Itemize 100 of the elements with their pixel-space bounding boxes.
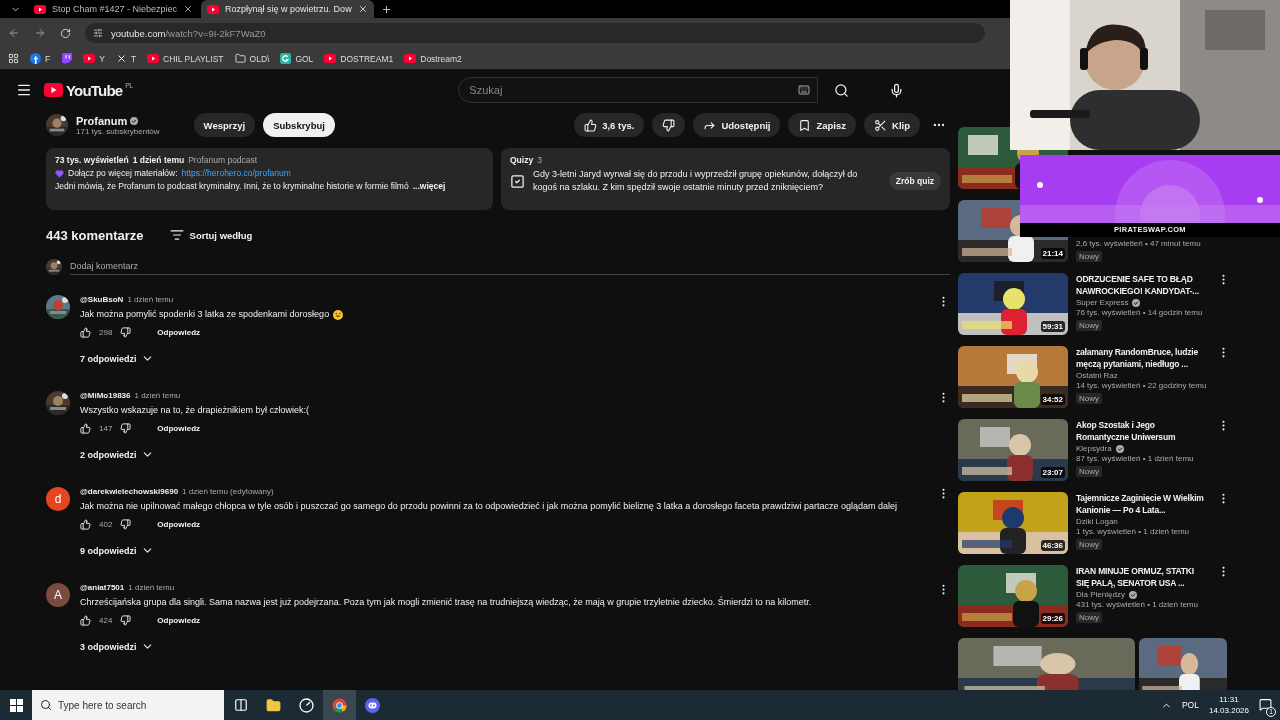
apps-icon[interactable] — [8, 53, 19, 64]
channel-name[interactable]: Klepsydra — [1076, 444, 1112, 453]
video-title[interactable]: IRAN MINUJE ORMUZ, STATKI SIĘ PALĄ, SENATOR USA ... — [1076, 565, 1209, 589]
replies-toggle[interactable]: 7 odpowiedzi — [80, 352, 927, 365]
bookmark-link[interactable]: DOSTREAM1 — [340, 53, 394, 64]
site-settings-icon[interactable] — [93, 28, 103, 38]
chrome-icon[interactable] — [332, 697, 347, 713]
comment-time: 1 dzień temu (edytowany) — [182, 487, 274, 496]
forward-icon[interactable] — [34, 27, 46, 39]
like-icon[interactable] — [80, 615, 91, 626]
new-badge: Nowy — [1076, 539, 1102, 550]
bookmark-icon — [798, 118, 812, 132]
dislike-icon[interactable] — [120, 327, 132, 338]
address-bar[interactable]: youtube.com/watch?v=9I-2kF7WaZ0 — [85, 23, 985, 43]
close-icon[interactable] — [357, 4, 368, 14]
replies-toggle[interactable]: 3 odpowiedzi — [80, 640, 927, 653]
search-field[interactable]: Szukaj — [458, 77, 819, 103]
discord-icon[interactable] — [365, 697, 380, 713]
dial-icon[interactable] — [299, 697, 314, 713]
scissors-icon — [874, 118, 888, 132]
clock[interactable]: 11:31 14.03.2026 — [1208, 694, 1249, 716]
comment-author[interactable]: @aniat7501 — [80, 583, 125, 592]
dislike-icon[interactable] — [120, 423, 132, 434]
video-duration: 46:36 — [1040, 540, 1065, 551]
like-icon[interactable] — [80, 327, 91, 338]
hashtag-link[interactable]: Profanum podcast — [188, 155, 258, 165]
promo-text: Dołącz po więcej materiałów: — [68, 168, 178, 178]
back-icon[interactable] — [8, 27, 20, 39]
video-duration: 29:26 — [1040, 613, 1065, 624]
bookmark-link[interactable]: Dostream2 — [420, 53, 462, 64]
support-button[interactable]: Wesprzyj — [193, 113, 256, 137]
quiz-title: Quizy — [510, 155, 534, 165]
reload-icon[interactable] — [60, 27, 71, 39]
reply-button[interactable]: Odpowiedz — [151, 423, 207, 434]
replies-toggle[interactable]: 9 odpowiedzi — [80, 544, 927, 557]
youtube-icon — [404, 54, 417, 63]
logo-text[interactable]: YouTube — [66, 81, 123, 99]
share-button[interactable]: Udostępnij — [693, 113, 781, 137]
comment-author[interactable]: @SkuBsoN — [80, 295, 124, 304]
reply-button[interactable]: Odpowiedz — [151, 519, 207, 530]
video-title[interactable]: ODRZUCENIE SAFE TO BŁĄD NAWROCKIEGO! KANDYDAT-... — [1076, 273, 1209, 297]
clip-button[interactable]: Klip — [864, 113, 920, 137]
channel-name[interactable]: Super Express — [1076, 298, 1129, 307]
herohero-link[interactable]: https://herohero.co/profanum — [181, 168, 291, 178]
dislike-icon[interactable] — [120, 615, 132, 626]
like-button[interactable]: 3,6 tys. — [574, 113, 645, 137]
reply-button[interactable]: Odpowiedz — [151, 327, 207, 338]
folder-icon[interactable] — [266, 697, 281, 713]
video-title[interactable]: Tajemnicze Zaginięcie W Wielkim Kanionie — Po 4 Lata... — [1076, 492, 1209, 516]
channel-name[interactable]: Ostatni Raz — [1076, 371, 1118, 380]
comment-field[interactable]: Dodaj komentarz — [70, 258, 950, 275]
save-button[interactable]: Zapisz — [788, 113, 857, 137]
user-avatar[interactable]: A — [46, 583, 70, 607]
browser-tab[interactable]: Rozpłynął się w powietrzu. Dow — [201, 0, 374, 18]
close-icon[interactable] — [183, 4, 194, 14]
keyboard-icon[interactable] — [798, 84, 811, 96]
comment-time: 1 dzień temu — [134, 391, 181, 400]
thumbs-up-icon — [584, 118, 598, 132]
video-title[interactable]: Akop Szostak i Jego Romantyczne Uniwersum — [1076, 419, 1209, 443]
language-indicator[interactable]: POL — [1181, 700, 1199, 710]
quiz-button[interactable]: Zrób quiz — [888, 172, 941, 190]
video-title[interactable]: załamany RandomBruce, ludzie męczą pytaniami, niedługo ... — [1076, 346, 1209, 370]
channel-name[interactable]: Dla Pieniędzy — [1076, 590, 1125, 599]
replies-toggle[interactable]: 2 odpowiedzi — [80, 448, 927, 461]
like-icon[interactable] — [80, 423, 91, 434]
subscribe-button[interactable]: Subskrybuj — [263, 113, 335, 137]
more-link[interactable]: ...więcej — [412, 181, 446, 191]
video-meta: 14 tys. wyświetleń • 22 godziny temu — [1076, 381, 1208, 390]
channel-name[interactable]: Profanum — [76, 114, 128, 127]
twitch-icon — [61, 53, 73, 64]
bookmark-link[interactable]: F — [45, 53, 51, 64]
comment-author[interactable]: @MiMo19836 — [80, 391, 131, 400]
quiz-question: Gdy 3-letni Jaryd wyrwał się do przodu i wyprzedził grupę opiekunów, dołączył do kogoś na szlaku. Z kim spędził swoje ostatnie minuty przed zniknięciem? — [533, 168, 859, 194]
description-card[interactable] — [46, 148, 493, 210]
windows-logo-icon[interactable] — [9, 698, 23, 712]
view-count: 73 tys. wyświetleń — [55, 155, 129, 165]
search-icon — [40, 699, 52, 711]
bookmark-link[interactable]: GOL — [295, 53, 314, 64]
play-logo-icon — [44, 83, 63, 97]
menu-icon[interactable] — [16, 82, 32, 98]
url-path: /watch?v=9I-2kF7WaZ0 — [165, 27, 266, 39]
video-meta: 431 tys. wyświetleń • 1 dzień temu — [1076, 600, 1199, 609]
dislike-icon[interactable] — [120, 519, 132, 530]
task-view-icon[interactable] — [233, 698, 248, 712]
reply-button[interactable]: Odpowiedz — [151, 615, 207, 626]
like-icon[interactable] — [80, 519, 91, 530]
bookmark-link[interactable]: OLD\ — [249, 53, 270, 64]
taskbar-search-field[interactable]: Type here to search — [32, 690, 224, 720]
dislike-button[interactable] — [652, 113, 686, 137]
new-tab-icon[interactable] — [381, 3, 393, 15]
channel-name[interactable]: Dziki Logan — [1076, 517, 1118, 526]
like-count: 402 — [99, 520, 113, 529]
user-avatar[interactable]: d — [46, 487, 70, 511]
sort-button[interactable]: Sortuj według — [169, 228, 253, 242]
comment-author[interactable]: @darekwielechowski9690 — [80, 487, 179, 496]
video-meta: 76 tys. wyświetleń • 14 godzin temu — [1076, 308, 1204, 317]
bookmark-link[interactable]: Y — [99, 53, 105, 64]
bookmark-link[interactable]: CHIL PLAYLIST — [163, 53, 224, 64]
bookmark-link[interactable]: T — [130, 53, 137, 64]
notification-icon[interactable] — [1259, 697, 1272, 711]
